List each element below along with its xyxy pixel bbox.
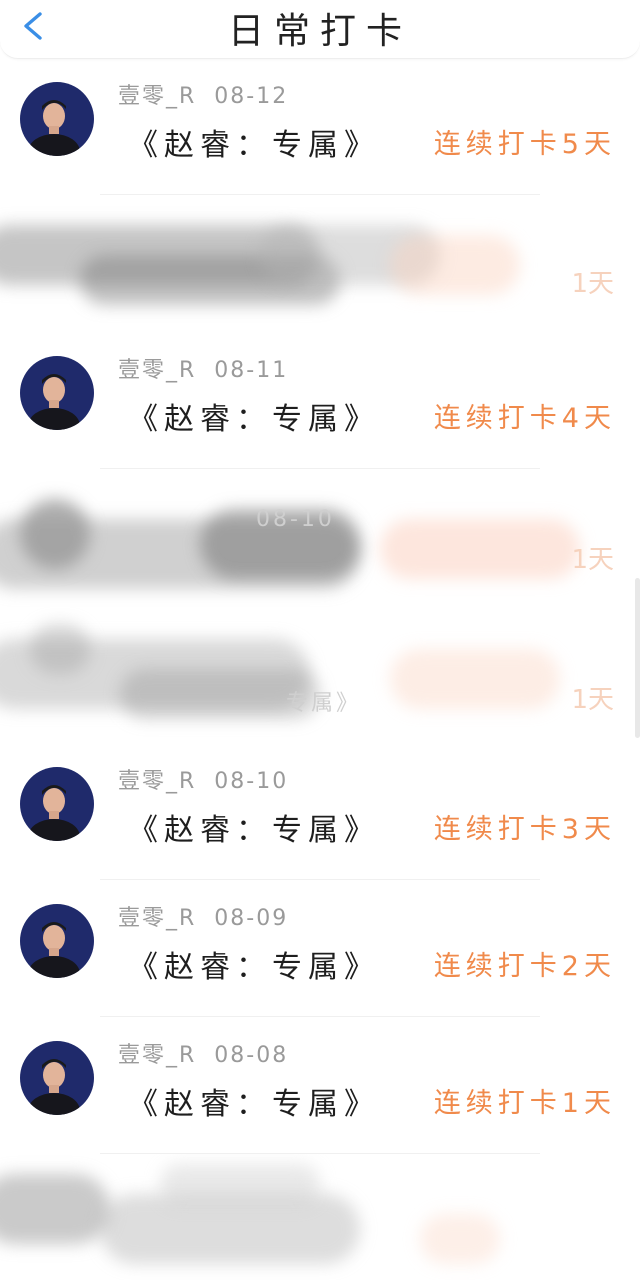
list-item[interactable]: 壹零_R 08-10 《赵睿：专属》 连续打卡3天 — [0, 743, 640, 880]
redacted-streak-fragment: 1天 — [571, 545, 614, 575]
entry-meta: 壹零_R 08-10 — [118, 763, 288, 795]
scrollbar[interactable] — [635, 578, 640, 738]
redacted-entry — [0, 1154, 640, 1280]
entry-date: 08-12 — [214, 84, 289, 109]
book-title[interactable]: 《赵睿：专属》 — [128, 805, 380, 849]
redacted-streak-fragment: 1天 — [571, 685, 614, 715]
username: 壹零_R — [118, 358, 197, 383]
top-bar: 日常打卡 — [0, 0, 640, 59]
username: 壹零_R — [118, 84, 197, 109]
avatar[interactable] — [20, 904, 94, 978]
redacted-date-fragment: 08-10 — [256, 507, 335, 532]
streak-label: 连续打卡1天 — [433, 1088, 616, 1119]
checkin-list[interactable]: 壹零_R 08-12 《赵睿：专属》 连续打卡5天 1天 壹零_R 08-11 《赵… — [0, 58, 640, 1280]
redacted-book-fragment: 专属》 — [286, 691, 362, 716]
entry-meta: 壹零_R 08-11 — [118, 352, 288, 384]
redacted-entry: 08-10 1天 专属》 1天 — [0, 469, 640, 743]
avatar[interactable] — [20, 356, 94, 430]
list-item[interactable]: 壹零_R 08-08 《赵睿：专属》 连续打卡1天 — [0, 1017, 640, 1154]
redacted-streak-fragment: 1天 — [571, 269, 614, 299]
username: 壹零_R — [118, 1043, 197, 1068]
entry-date: 08-08 — [214, 1043, 289, 1068]
list-item[interactable]: 壹零_R 08-11 《赵睿：专属》 连续打卡4天 — [0, 332, 640, 469]
book-title[interactable]: 《赵睿：专属》 — [128, 120, 380, 164]
page-title: 日常打卡 — [227, 11, 412, 52]
streak-label: 连续打卡3天 — [433, 814, 616, 845]
list-item[interactable]: 壹零_R 08-12 《赵睿：专属》 连续打卡5天 — [0, 58, 640, 195]
entry-meta: 壹零_R 08-09 — [118, 900, 288, 932]
entry-date: 08-11 — [214, 358, 289, 383]
streak-label: 连续打卡2天 — [433, 951, 616, 982]
avatar[interactable] — [20, 82, 94, 156]
entry-meta: 壹零_R 08-12 — [118, 78, 288, 110]
username: 壹零_R — [118, 906, 197, 931]
avatar[interactable] — [20, 1041, 94, 1115]
entry-date: 08-09 — [214, 906, 289, 931]
streak-label: 连续打卡5天 — [433, 129, 616, 160]
avatar[interactable] — [20, 767, 94, 841]
book-title[interactable]: 《赵睿：专属》 — [128, 394, 380, 438]
book-title[interactable]: 《赵睿：专属》 — [128, 942, 380, 986]
book-title[interactable]: 《赵睿：专属》 — [128, 1079, 380, 1123]
entry-date: 08-10 — [214, 769, 289, 794]
username: 壹零_R — [118, 769, 197, 794]
entry-meta: 壹零_R 08-08 — [118, 1037, 288, 1069]
list-item[interactable]: 壹零_R 08-09 《赵睿：专属》 连续打卡2天 — [0, 880, 640, 1017]
redacted-entry: 1天 — [0, 195, 640, 332]
streak-label: 连续打卡4天 — [433, 403, 616, 434]
